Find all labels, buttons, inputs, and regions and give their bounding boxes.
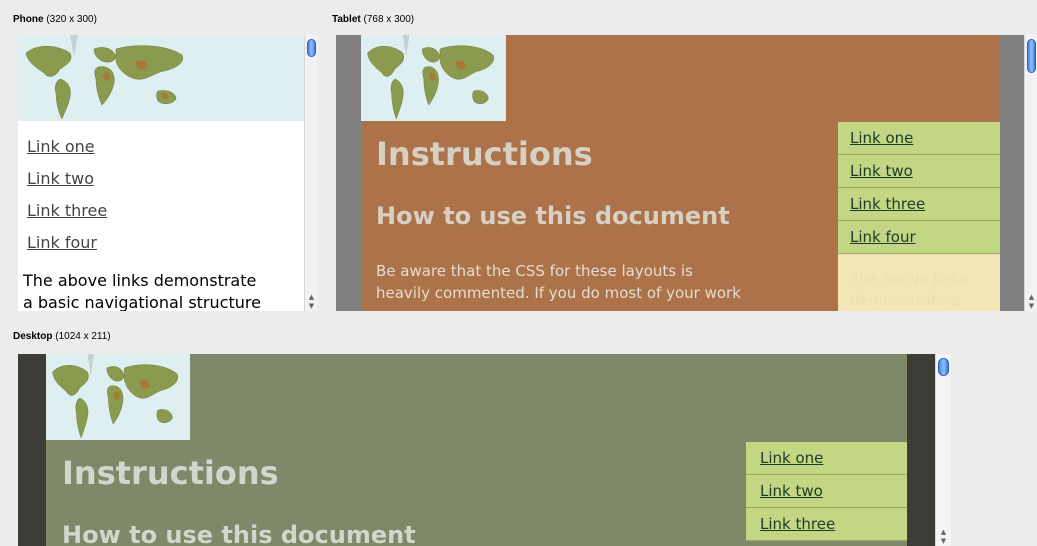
phone-nav-item-link-one[interactable]: Link one bbox=[27, 131, 107, 163]
tablet-nav-link-three[interactable]: Link three bbox=[838, 188, 1000, 221]
phone-nav-item-link-two[interactable]: Link two bbox=[27, 163, 107, 195]
phone-frame-label: Phone (320 x 300) bbox=[13, 14, 97, 25]
desktop-subheading: How to use this document bbox=[62, 521, 416, 546]
tablet-nav-link-four[interactable]: Link four bbox=[838, 221, 1000, 254]
scroll-up-arrow-icon[interactable]: ▲ bbox=[1025, 293, 1037, 302]
scroll-down-arrow-icon[interactable]: ▼ bbox=[1025, 302, 1037, 311]
phone-link-three[interactable]: Link three bbox=[27, 201, 107, 220]
desktop-nav-link-one[interactable]: Link one bbox=[746, 442, 907, 475]
phone-nav-item-link-three[interactable]: Link three bbox=[27, 195, 107, 227]
tablet-intro-line-2: heavily commented. If you do most of you… bbox=[376, 284, 741, 302]
desktop-scroll-arrows[interactable]: ▲ ▼ bbox=[936, 528, 951, 546]
phone-link-two[interactable]: Link two bbox=[27, 169, 94, 188]
desktop-nav-link-two[interactable]: Link two bbox=[746, 475, 907, 508]
phone-link-one[interactable]: Link one bbox=[27, 137, 95, 156]
scroll-up-arrow-icon[interactable]: ▲ bbox=[305, 293, 318, 302]
desktop-frame-dims: (1024 x 211) bbox=[55, 331, 111, 342]
world-map-icon bbox=[46, 354, 190, 440]
tablet-sidebar-text-line-2: demonstrate a bbox=[850, 292, 961, 310]
tablet-scroll-thumb[interactable] bbox=[1027, 39, 1036, 73]
desktop-sidebar: Link one Link two Link three bbox=[746, 442, 907, 546]
tablet-subheading: How to use this document bbox=[376, 202, 730, 230]
scroll-down-arrow-icon[interactable]: ▼ bbox=[305, 302, 318, 311]
desktop-frame-name: Desktop bbox=[13, 331, 53, 342]
scroll-down-arrow-icon[interactable]: ▼ bbox=[936, 537, 951, 546]
phone-frame-name: Phone bbox=[13, 14, 44, 25]
scroll-up-arrow-icon[interactable]: ▲ bbox=[936, 528, 951, 537]
phone-intro-line-2: a basic navigational structure bbox=[23, 293, 261, 311]
tablet-sidebar-text-line-1: The above links bbox=[850, 270, 968, 288]
tablet-intro-text: Be aware that the CSS for these layouts … bbox=[376, 260, 741, 304]
desktop-frame-label: Desktop (1024 x 211) bbox=[13, 331, 111, 342]
phone-link-four[interactable]: Link four bbox=[27, 233, 97, 252]
desktop-page-title: Instructions bbox=[62, 454, 279, 492]
tablet-scrollbar[interactable]: ▲ ▼ bbox=[1024, 35, 1037, 311]
phone-viewport[interactable]: Link one Link two Link three Link four T… bbox=[18, 35, 318, 311]
phone-intro-text: The above links demonstrate a basic navi… bbox=[23, 270, 261, 311]
tablet-scroll-arrows[interactable]: ▲ ▼ bbox=[1025, 293, 1037, 311]
phone-scrollbar[interactable]: ▲ ▼ bbox=[304, 35, 318, 311]
tablet-frame-name: Tablet bbox=[332, 14, 361, 25]
phone-scroll-arrows[interactable]: ▲ ▼ bbox=[305, 293, 318, 311]
tablet-page-title: Instructions bbox=[376, 135, 593, 173]
phone-nav-list: Link one Link two Link three Link four bbox=[27, 131, 107, 259]
phone-frame-dims: (320 x 300) bbox=[46, 14, 97, 25]
tablet-nav-link-two[interactable]: Link two bbox=[838, 155, 1000, 188]
phone-scroll-thumb[interactable] bbox=[307, 39, 316, 57]
desktop-viewport[interactable]: Instructions How to use this document Li… bbox=[18, 354, 951, 546]
tablet-frame-label: Tablet (768 x 300) bbox=[332, 14, 414, 25]
desktop-scrollbar[interactable]: ▲ ▼ bbox=[935, 354, 951, 546]
phone-nav-item-link-four[interactable]: Link four bbox=[27, 227, 107, 259]
world-map-icon bbox=[361, 35, 506, 121]
tablet-intro-line-1: Be aware that the CSS for these layouts … bbox=[376, 262, 693, 280]
tablet-sidebar-text: The above links demonstrate a bbox=[838, 254, 1000, 311]
tablet-sidebar: Link one Link two Link three Link four T… bbox=[838, 122, 1000, 311]
tablet-nav-link-one[interactable]: Link one bbox=[838, 122, 1000, 155]
world-map-icon bbox=[18, 35, 306, 121]
desktop-scroll-thumb[interactable] bbox=[938, 358, 949, 376]
phone-intro-line-1: The above links demonstrate bbox=[23, 271, 257, 290]
tablet-viewport[interactable]: Instructions How to use this document Be… bbox=[336, 35, 1037, 311]
desktop-nav-link-three[interactable]: Link three bbox=[746, 508, 907, 541]
tablet-frame-dims: (768 x 300) bbox=[363, 14, 415, 25]
